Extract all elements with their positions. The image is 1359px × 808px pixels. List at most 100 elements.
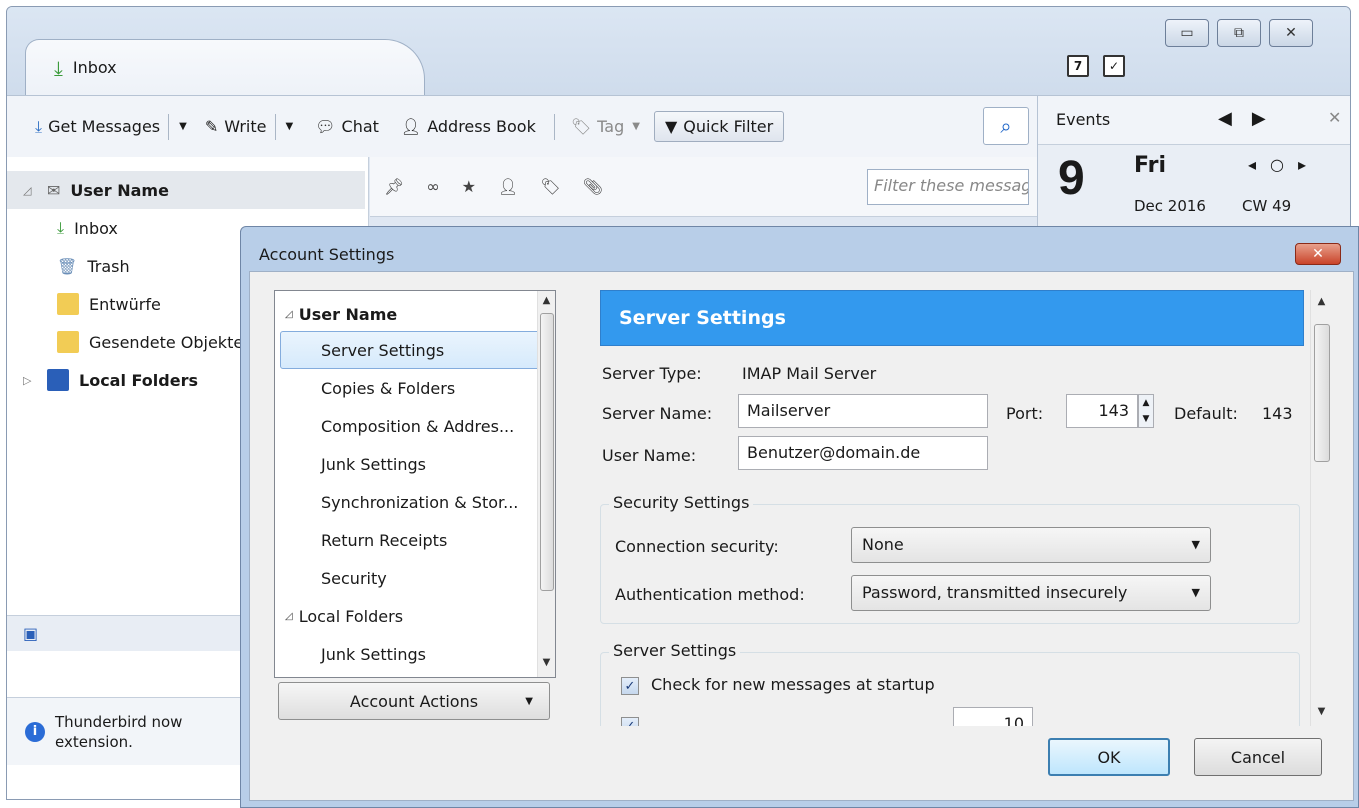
network-icon[interactable]: ▣ <box>23 624 38 643</box>
tree-item-sync[interactable]: Synchronization & Stor... <box>275 483 537 521</box>
notification-line-2: extension. <box>55 732 133 751</box>
trash-icon: 🗑︎ <box>57 256 78 276</box>
tree-item-return-receipts[interactable]: Return Receipts <box>275 521 537 559</box>
next-day-icon[interactable]: ▸ <box>1298 155 1306 174</box>
group-title: Security Settings <box>609 493 754 512</box>
tree-scrollbar[interactable]: ▲ ▼ <box>537 291 555 677</box>
quick-filter-label: Quick Filter <box>683 117 774 136</box>
calendar-icons: 7 ✓ <box>1067 55 1125 77</box>
server-name-input[interactable]: Mailserver <box>738 394 988 428</box>
tree-label: User Name <box>298 304 398 324</box>
folder-label: User Name <box>70 180 169 200</box>
spin-down-icon[interactable]: ▼ <box>1143 414 1150 424</box>
main-toolbar: ⤓ Get Messages ▼ ✎ Write ▼ 💬︎ Chat 👤︎ Ad… <box>7 95 1037 157</box>
folder-label: Inbox <box>74 218 118 238</box>
address-book-button[interactable]: 👤︎ Address Book <box>401 117 536 136</box>
check-startup-label: Check for new messages at startup <box>651 675 935 694</box>
filter-messages-input[interactable]: Filter these messages <box>867 169 1029 205</box>
account-actions-button[interactable]: Account Actions ▼ <box>278 682 550 720</box>
tag-icon[interactable]: 🏷︎ <box>540 177 560 196</box>
day-nav: ◂ ○ ▸ <box>1248 155 1306 174</box>
scrollbar-thumb[interactable] <box>540 313 554 591</box>
tree-account[interactable]: ◿ User Name <box>275 295 537 333</box>
search-icon[interactable]: ⌕ <box>983 107 1029 145</box>
contact-icon[interactable]: 👤︎ <box>498 177 518 196</box>
tree-item-local-junk[interactable]: Junk Settings <box>275 635 537 673</box>
tag-label: Tag <box>597 117 625 136</box>
check-every-checkbox[interactable]: ✓ <box>621 717 639 726</box>
folder-account[interactable]: ◿ ✉ User Name <box>7 171 365 209</box>
events-title: Events <box>1056 110 1111 129</box>
get-messages-button[interactable]: ⤓ Get Messages <box>35 117 160 137</box>
get-messages-dropdown-icon[interactable]: ▼ <box>179 121 187 132</box>
scroll-down-icon[interactable]: ▼ <box>538 657 555 668</box>
scroll-up-icon[interactable]: ▲ <box>1311 296 1332 307</box>
account-settings-dialog: Account Settings ✕ ◿ User Name Server Se… <box>240 226 1359 808</box>
collapse-icon[interactable]: ◿ <box>285 309 293 320</box>
info-icon: i <box>25 721 45 742</box>
task-icon[interactable]: ✓ <box>1103 55 1125 77</box>
prev-day-icon[interactable]: ◂ <box>1248 155 1256 174</box>
close-icon[interactable]: ✕ <box>1328 108 1341 127</box>
panel-scrollbar[interactable]: ▲ ▼ <box>1310 290 1332 726</box>
thread-icon[interactable]: ∞ <box>426 177 439 196</box>
write-dropdown-icon[interactable]: ▼ <box>286 121 294 132</box>
tree-label: Junk Settings <box>321 644 426 664</box>
server-settings-group: Server Settings ✓ Check for new messages… <box>600 641 1300 726</box>
inbox-icon: ⤓ <box>57 218 65 237</box>
server-settings-panel: Server Settings Server Type: IMAP Mail S… <box>600 290 1345 726</box>
expand-icon[interactable]: ▷ <box>23 374 37 387</box>
cancel-button[interactable]: Cancel <box>1194 738 1322 776</box>
window-close-button[interactable]: ✕ <box>1269 19 1313 47</box>
write-label: Write <box>224 117 267 136</box>
check-startup-checkbox[interactable]: ✓ <box>621 677 639 695</box>
tag-icon: 🏷︎ <box>570 117 592 136</box>
port-input[interactable]: 143 <box>1066 394 1138 428</box>
tree-item-copies-folders[interactable]: Copies & Folders <box>275 369 537 407</box>
folder-label: Gesendete Objekte <box>89 332 244 352</box>
person-icon: 👤︎ <box>400 117 422 136</box>
expand-icon[interactable]: ◿ <box>23 184 37 197</box>
notification-line-1: Thunderbird now <box>55 712 183 731</box>
dialog-close-button[interactable]: ✕ <box>1295 243 1341 265</box>
tree-item-server-settings[interactable]: Server Settings <box>280 331 550 369</box>
tree-item-composition[interactable]: Composition & Addres... <box>275 407 537 445</box>
dialog-body: ◿ User Name Server Settings Copies & Fol… <box>249 271 1354 801</box>
tag-button[interactable]: 🏷︎ Tag ▼ <box>571 117 640 136</box>
tree-item-junk[interactable]: Junk Settings <box>275 445 537 483</box>
scroll-down-icon[interactable]: ▼ <box>1311 706 1332 717</box>
port-label: Port: <box>1006 404 1044 423</box>
check-interval-input[interactable]: 10 <box>953 707 1033 726</box>
address-book-label: Address Book <box>427 117 536 136</box>
user-name-input[interactable]: Benutzer@domain.de <box>738 436 988 470</box>
scrollbar-thumb[interactable] <box>1314 324 1330 462</box>
write-button[interactable]: ✎ Write <box>205 117 267 136</box>
pin-icon[interactable]: 📌︎ <box>384 177 404 196</box>
calendar-icon[interactable]: 7 <box>1067 55 1089 77</box>
auth-method-select[interactable]: Password, transmitted insecurely ▼ <box>851 575 1211 611</box>
collapse-icon[interactable]: ◿ <box>285 611 293 622</box>
star-icon[interactable]: ★ <box>462 177 476 196</box>
connection-security-select[interactable]: None ▼ <box>851 527 1211 563</box>
tree-local-folders[interactable]: ◿ Local Folders <box>275 597 537 635</box>
chat-button[interactable]: 💬︎ Chat <box>315 117 379 136</box>
prev-arrow-icon[interactable]: ◀ <box>1218 108 1232 129</box>
dialog-title: Account Settings <box>259 245 395 264</box>
tab-inbox[interactable]: ⤓ Inbox <box>25 39 425 95</box>
port-spinner[interactable]: ▲ ▼ <box>1138 394 1154 428</box>
envelope-icon: ✉ <box>47 180 61 200</box>
computer-icon <box>47 369 69 391</box>
attachment-icon[interactable]: 📎︎ <box>583 177 603 196</box>
folder-icon <box>57 331 79 353</box>
maximize-button[interactable]: ⧉ <box>1217 19 1261 47</box>
quick-filter-button[interactable]: ▼ Quick Filter <box>653 111 785 142</box>
today-icon[interactable]: ○ <box>1270 155 1284 174</box>
group-title: Server Settings <box>609 641 741 660</box>
spin-up-icon[interactable]: ▲ <box>1143 398 1150 408</box>
tree-label: Server Settings <box>321 340 445 360</box>
ok-button[interactable]: OK <box>1048 738 1170 776</box>
minimize-button[interactable]: ▭ <box>1165 19 1209 47</box>
scroll-up-icon[interactable]: ▲ <box>538 295 555 306</box>
next-arrow-icon[interactable]: ▶ <box>1252 108 1266 129</box>
tree-item-security[interactable]: Security <box>275 559 537 597</box>
